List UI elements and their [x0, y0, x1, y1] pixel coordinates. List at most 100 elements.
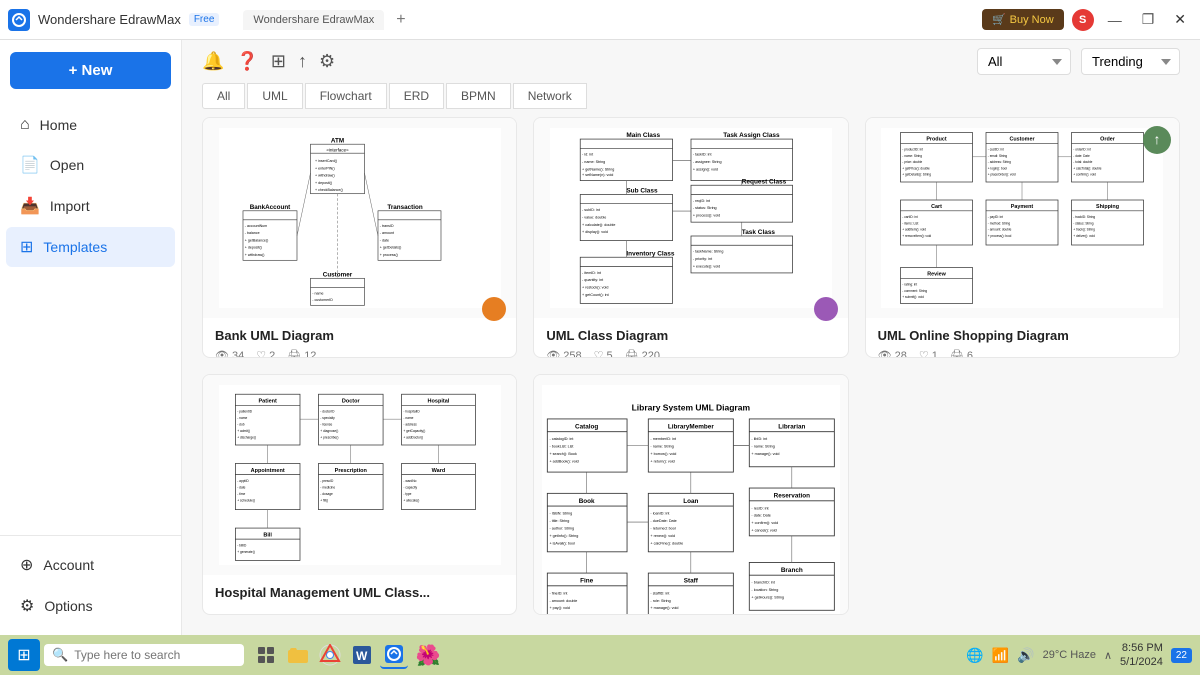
svg-text:+ getPrice(): double: + getPrice(): double [903, 166, 931, 170]
svg-text:- staffID: int: - staffID: int [651, 591, 670, 595]
sort-filter[interactable]: Trending Newest Most Used [1081, 48, 1180, 75]
buy-now-button[interactable]: 🛒 Buy Now [982, 9, 1064, 30]
minimize-button[interactable]: — [1102, 12, 1128, 28]
template-card-library-uml[interactable]: Library System UML Diagram Catalog - cat… [533, 374, 848, 615]
svg-text:Task Class: Task Class [742, 229, 776, 236]
svg-text:+ waive(): void: + waive(): void [550, 614, 574, 615]
svg-text:Customer: Customer [1010, 137, 1036, 143]
taskbar-icon-chrome[interactable] [316, 641, 344, 669]
svg-text:Fine: Fine [580, 578, 594, 585]
svg-text:+ execute(): void: + execute(): void [693, 264, 720, 268]
svg-text:LibraryMember: LibraryMember [668, 424, 714, 431]
svg-text:- amount: double: - amount: double [550, 599, 578, 603]
svg-text:+ removeItem(): void: + removeItem(): void [903, 234, 932, 238]
taskbar-search[interactable]: 🔍 [44, 644, 244, 666]
svg-text:+ getInfo(): String: + getInfo(): String [550, 534, 579, 538]
svg-text:Book: Book [579, 498, 595, 505]
svg-text:- address: - address [403, 423, 417, 427]
options-icon: ⚙ [20, 596, 34, 616]
svg-text:+ restock(): void: + restock(): void [582, 286, 608, 290]
taskbar-icon-word[interactable]: W [348, 641, 376, 669]
close-button[interactable]: ✕ [1168, 11, 1192, 28]
taskbar-clock[interactable]: 8:56 PM 5/1/2024 [1120, 641, 1163, 670]
sidebar-item-home[interactable]: ⌂ Home [6, 106, 175, 144]
template-card-hospital-uml[interactable]: Patient - patientID - name - dob + admit… [202, 374, 517, 615]
svg-text:Branch: Branch [781, 567, 803, 574]
svg-text:- custID: int: - custID: int [988, 148, 1004, 152]
sidebar-item-templates[interactable]: ⊞ Templates [6, 227, 175, 267]
card-info-uml-shopping: UML Online Shopping Diagram 👁 28 ♡ 1 🖨 6 [866, 318, 1179, 358]
svg-text:+ borrow(): void: + borrow(): void [651, 452, 677, 456]
svg-text:Customer: Customer [322, 272, 352, 279]
svg-text:ATM: ATM [331, 137, 344, 144]
share-icon[interactable]: ↑ [298, 51, 307, 72]
tab-item[interactable]: Wondershare EdrawMax [243, 10, 384, 30]
start-button[interactable]: ⊞ [8, 639, 40, 671]
card-stats-bank-uml: 👁 34 ♡ 2 🖨 12 [215, 349, 504, 358]
svg-text:- ISBN: String: - ISBN: String [550, 512, 573, 516]
svg-text:- taskID: int: - taskID: int [693, 153, 712, 157]
taskbar-icon-task-view[interactable] [252, 641, 280, 669]
svg-text:Transaction: Transaction [387, 204, 422, 211]
svg-text:- date: Date: - date: Date [752, 514, 771, 518]
svg-text:- transID: - transID [379, 224, 393, 228]
card-stats-uml-class: 👁 258 ♡ 5 🖨 220 [546, 349, 835, 358]
svg-text:+ prescribe(): + prescribe() [320, 436, 338, 440]
svg-text:- price: double: - price: double [903, 160, 923, 164]
svg-text:Doctor: Doctor [342, 399, 361, 405]
apps-icon[interactable]: ⊞ [271, 51, 286, 72]
svg-text:- total: double: - total: double [1074, 160, 1093, 164]
card-thumb-bank-uml: ATM «interface» + insertCard() + enterPI… [203, 118, 516, 318]
svg-text:Order: Order [1101, 137, 1117, 143]
svg-text:+ confirm(): void: + confirm(): void [752, 521, 779, 525]
date-display: 5/1/2024 [1120, 655, 1163, 669]
svg-text:Task Assign Class: Task Assign Class [723, 132, 780, 139]
svg-text:+ process(): bool: + process(): bool [988, 234, 1012, 238]
sidebar-bottom: ⊕ Account ⚙ Options [0, 535, 181, 635]
svg-text:- method: String: - method: String [988, 221, 1011, 225]
sidebar-item-options[interactable]: ⚙ Options [6, 586, 175, 626]
taskbar-search-input[interactable] [74, 648, 214, 662]
svg-text:- customerID: - customerID [312, 298, 333, 302]
category-filter[interactable]: All UML Flowchart Mind Map [977, 48, 1071, 75]
template-card-bank-uml[interactable]: ATM «interface» + insertCard() + enterPI… [202, 117, 517, 358]
svg-text:- specialty: - specialty [320, 416, 335, 420]
taskbar-icon-folder[interactable] [284, 641, 312, 669]
cat-all[interactable]: All [202, 83, 245, 109]
template-card-uml-class[interactable]: Main Class - id: int - name: String + ge… [533, 117, 848, 358]
template-card-uml-shopping[interactable]: Product - productID: int - name: String … [865, 117, 1180, 358]
svg-text:- date: Date: - date: Date [1074, 154, 1091, 158]
svg-text:Product: Product [927, 137, 948, 143]
help-icon[interactable]: ❓ [236, 51, 258, 72]
time-display: 8:56 PM [1120, 641, 1163, 655]
svg-text:- name: String: - name: String [582, 160, 605, 164]
svg-text:+ addItem(): void: + addItem(): void [903, 228, 927, 232]
bell-icon[interactable]: 🔔 [202, 51, 224, 72]
sidebar-item-open[interactable]: 📄 Open [6, 145, 175, 185]
svg-text:+ addDoctor(): + addDoctor() [403, 436, 423, 440]
cat-network[interactable]: Network [513, 83, 587, 109]
sidebar-item-import[interactable]: 📥 Import [6, 186, 175, 226]
svg-text:+ deposit(): + deposit() [315, 181, 332, 185]
user-avatar[interactable]: S [1072, 9, 1094, 31]
svg-text:+ diagnose(): + diagnose() [320, 429, 338, 433]
svg-text:- email: String: - email: String [988, 154, 1008, 158]
cat-uml[interactable]: UML [247, 83, 302, 109]
add-tab-button[interactable]: + [396, 11, 405, 29]
restore-button[interactable]: ❐ [1136, 11, 1161, 28]
views-stat: 👁 28 [878, 349, 907, 358]
svg-text:- capacity: - capacity [403, 485, 417, 489]
cat-flowchart[interactable]: Flowchart [305, 83, 387, 109]
settings-icon[interactable]: ⚙ [319, 51, 335, 72]
new-button[interactable]: + New [10, 52, 171, 89]
svg-text:- cartID: int: - cartID: int [903, 215, 918, 219]
cat-erd[interactable]: ERD [389, 83, 444, 109]
up-arrow-icon[interactable]: ∧ [1104, 649, 1112, 662]
svg-text:- status: String: - status: String [1074, 221, 1095, 225]
sidebar-item-account[interactable]: ⊕ Account [6, 545, 175, 585]
svg-text:+ deliver(): void: + deliver(): void [1074, 234, 1096, 238]
taskbar-icon-edrawmax[interactable] [380, 641, 408, 669]
svg-text:Loan: Loan [683, 498, 698, 505]
cat-bpmn[interactable]: BPMN [446, 83, 511, 109]
svg-text:Patient: Patient [258, 399, 277, 405]
